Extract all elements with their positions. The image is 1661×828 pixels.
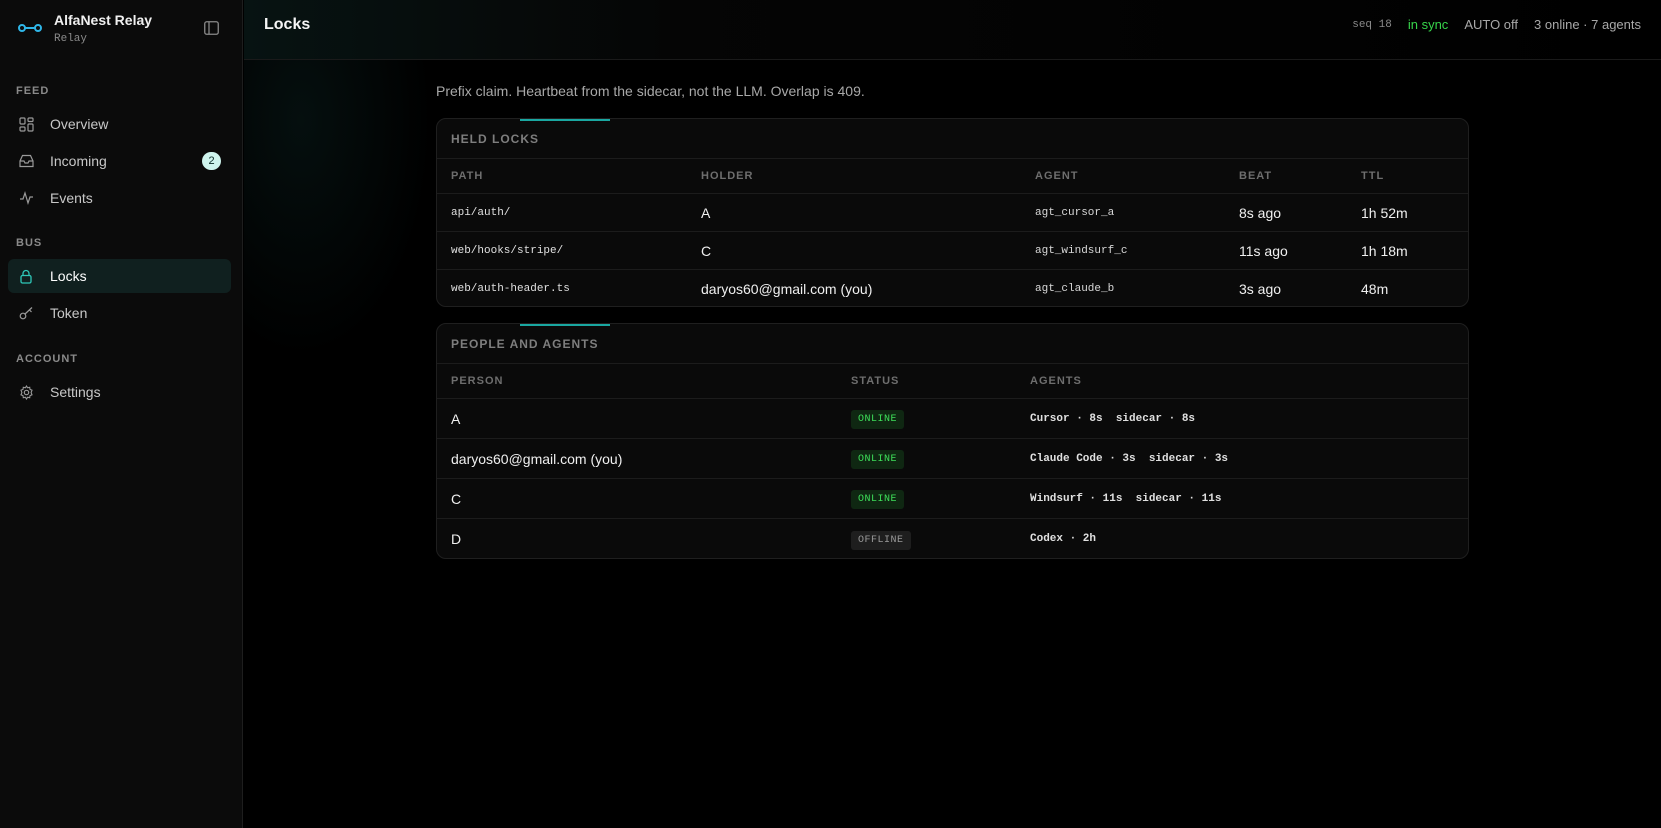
status-pill: ONLINE bbox=[851, 450, 905, 469]
table-row[interactable]: daryos60@gmail.com (you) ONLINE Claude C… bbox=[437, 439, 1468, 479]
relay-logo-icon bbox=[18, 24, 42, 32]
sidebar-item-label: Events bbox=[50, 190, 93, 206]
column-header-person: PERSON bbox=[451, 375, 504, 387]
top-bar: Locks seq 18 in sync AUTO off 3 online ·… bbox=[244, 0, 1661, 60]
sidebar: AlfaNest Relay Relay FEED Overview Incom… bbox=[0, 0, 243, 828]
column-header-agent: AGENT bbox=[1035, 170, 1079, 182]
column-header-holder: HOLDER bbox=[701, 170, 754, 182]
lock-agent: agt_claude_b bbox=[1035, 283, 1115, 295]
sidebar-item-label: Incoming bbox=[50, 153, 107, 169]
lock-ttl: 48m bbox=[1361, 281, 1389, 297]
card-accent bbox=[520, 119, 610, 121]
sidebar-item-events[interactable]: Events bbox=[8, 181, 231, 215]
section-label-feed: FEED bbox=[16, 85, 50, 97]
person-name: D bbox=[451, 531, 462, 547]
lock-holder: A bbox=[701, 204, 711, 221]
intro-text: Prefix claim. Heartbeat from the sidecar… bbox=[436, 83, 865, 99]
status-badge: ONLINE bbox=[851, 488, 905, 509]
app-name: AlfaNest Relay bbox=[54, 12, 153, 28]
table-header: PATH HOLDER AGENT BEAT TTL bbox=[437, 159, 1468, 194]
column-header-beat: BEAT bbox=[1239, 170, 1273, 182]
table-row[interactable]: web/auth-header.ts daryos60@gmail.com (y… bbox=[437, 270, 1468, 306]
table-row[interactable]: web/hooks/stripe/ C agt_windsurf_c 11s a… bbox=[437, 232, 1468, 270]
lock-agent: agt_cursor_a bbox=[1035, 206, 1115, 219]
lock-holder: daryos60@gmail.com (you) bbox=[701, 281, 873, 297]
lock-agent: agt_windsurf_c bbox=[1035, 244, 1128, 257]
key-icon bbox=[18, 305, 34, 321]
lock-path: api/auth/ bbox=[451, 206, 511, 219]
agent-list: Claude Code · 3s sidecar · 3s bbox=[1030, 452, 1229, 465]
lock-icon bbox=[18, 268, 34, 284]
people-agents-card: PEOPLE AND AGENTS PERSON STATUS AGENTS A… bbox=[436, 323, 1469, 559]
sequence-number: seq 18 bbox=[1352, 18, 1392, 31]
agent-list: Codex · 2h bbox=[1030, 533, 1097, 545]
app-subtitle: Relay bbox=[54, 33, 88, 45]
held-locks-card: HELD LOCKS PATH HOLDER AGENT BEAT TTL ap… bbox=[436, 118, 1469, 307]
column-header-ttl: TTL bbox=[1361, 170, 1385, 182]
lock-beat: 8s ago bbox=[1239, 204, 1282, 221]
sidebar-item-label: Locks bbox=[50, 268, 87, 284]
background-glow bbox=[244, 60, 434, 360]
table-row[interactable]: C ONLINE Windsurf · 11s sidecar · 11s bbox=[437, 479, 1468, 519]
incoming-count-badge: 2 bbox=[202, 152, 221, 170]
page-title: Locks bbox=[264, 16, 311, 33]
sidebar-item-settings[interactable]: Settings bbox=[8, 375, 231, 409]
card-accent bbox=[520, 324, 610, 326]
status-pill: OFFLINE bbox=[851, 530, 911, 550]
column-header-path: PATH bbox=[451, 170, 484, 182]
status-pill: ONLINE bbox=[851, 410, 905, 429]
lock-path: web/hooks/stripe/ bbox=[451, 244, 564, 257]
table-row[interactable]: D OFFLINE Codex · 2h bbox=[437, 519, 1468, 558]
lock-ttl: 1h 52m bbox=[1361, 204, 1408, 221]
status-badge: ONLINE bbox=[851, 448, 905, 469]
sidebar-item-token[interactable]: Token bbox=[8, 296, 231, 330]
sidebar-item-label: Overview bbox=[50, 116, 109, 132]
sidebar-item-incoming[interactable]: Incoming 2 bbox=[8, 144, 231, 178]
status-badge: OFFLINE bbox=[851, 529, 911, 550]
person-name: A bbox=[451, 410, 461, 427]
sidebar-item-locks[interactable]: Locks bbox=[8, 259, 231, 293]
sidebar-toggle-button[interactable] bbox=[203, 20, 219, 36]
person-name: daryos60@gmail.com (you) bbox=[451, 450, 623, 467]
table-row[interactable]: api/auth/ A agt_cursor_a 8s ago 1h 52m bbox=[437, 194, 1468, 232]
sync-status: in sync bbox=[1407, 17, 1449, 32]
person-name: C bbox=[451, 490, 462, 507]
status-badge: ONLINE bbox=[851, 408, 905, 429]
table-header: PERSON STATUS AGENTS bbox=[437, 364, 1468, 399]
lock-beat: 3s ago bbox=[1239, 281, 1282, 297]
presence-summary: 3 online · 7 agents bbox=[1534, 17, 1641, 32]
brand[interactable]: AlfaNest Relay Relay bbox=[18, 12, 152, 46]
agent-list: Windsurf · 11s sidecar · 11s bbox=[1030, 492, 1222, 505]
lock-ttl: 1h 18m bbox=[1361, 242, 1408, 259]
sidebar-item-label: Settings bbox=[50, 384, 101, 400]
activity-icon bbox=[18, 190, 34, 206]
lock-beat: 11s ago bbox=[1239, 242, 1288, 259]
column-header-status: STATUS bbox=[851, 375, 900, 387]
column-header-agents: AGENTS bbox=[1030, 375, 1082, 387]
sidebar-toggle-icon bbox=[203, 21, 219, 35]
gear-icon bbox=[18, 384, 34, 400]
card-title: PEOPLE AND AGENTS bbox=[437, 324, 1468, 364]
status-bar: seq 18 in sync AUTO off 3 online · 7 age… bbox=[1336, 17, 1641, 32]
inbox-icon bbox=[18, 153, 34, 169]
agent-list: Cursor · 8s sidecar · 8s bbox=[1030, 412, 1196, 425]
auto-toggle[interactable]: AUTO off bbox=[1464, 17, 1518, 32]
section-label-bus: BUS bbox=[16, 237, 43, 249]
card-title: HELD LOCKS bbox=[437, 119, 1468, 159]
status-pill: ONLINE bbox=[851, 490, 905, 509]
sidebar-item-overview[interactable]: Overview bbox=[8, 107, 231, 141]
section-label-account: ACCOUNT bbox=[16, 353, 78, 365]
lock-path: web/auth-header.ts bbox=[451, 283, 570, 295]
table-row[interactable]: A ONLINE Cursor · 8s sidecar · 8s bbox=[437, 399, 1468, 439]
sidebar-item-label: Token bbox=[50, 305, 88, 321]
grid-icon bbox=[18, 116, 34, 132]
lock-holder: C bbox=[701, 242, 712, 259]
